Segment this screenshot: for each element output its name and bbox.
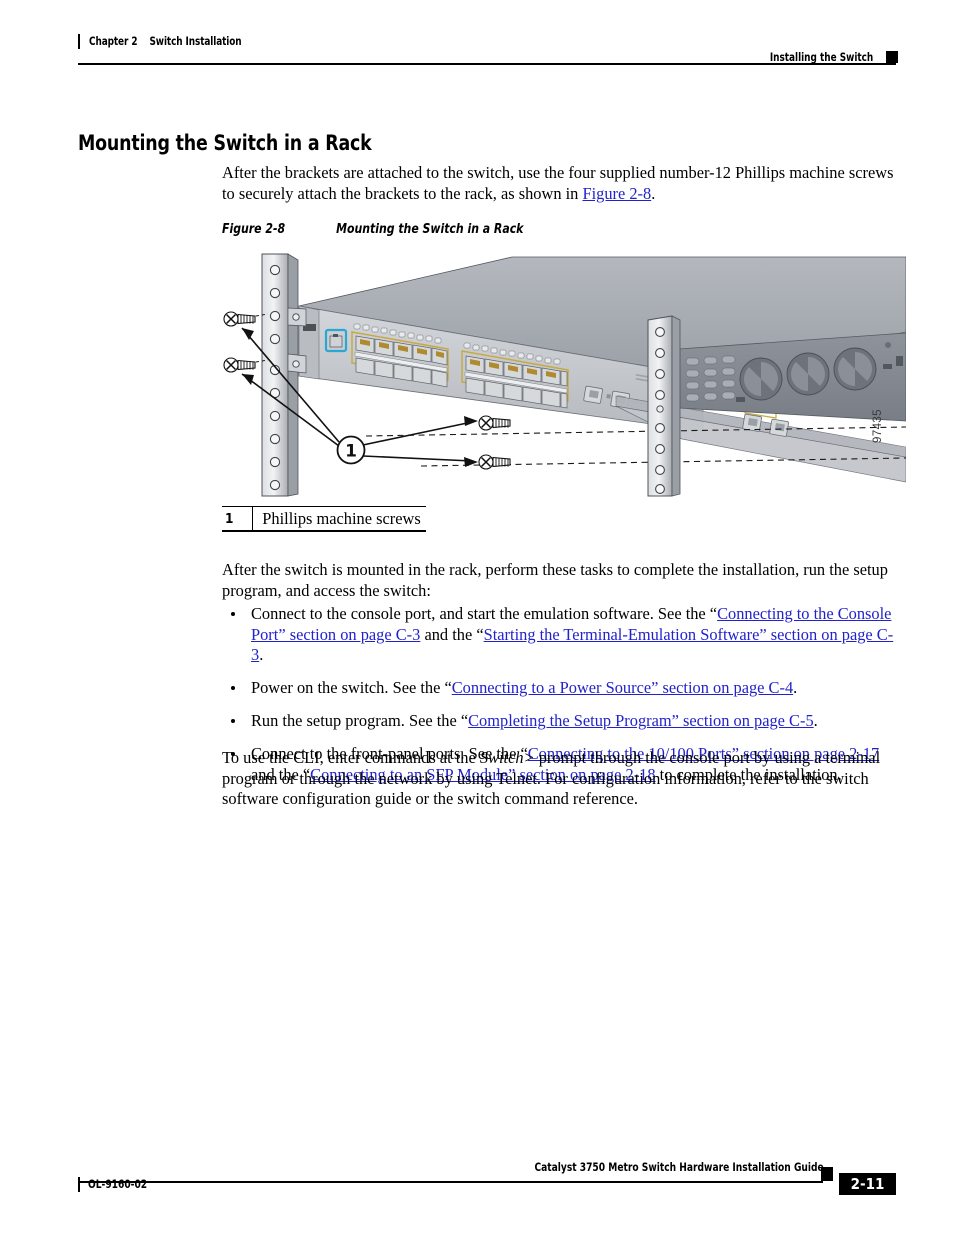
- callout-legend-table: 1 Phillips machine screws: [222, 506, 426, 532]
- list-item: Power on the switch. See the “Connecting…: [222, 678, 896, 699]
- bullet-dot-icon: [231, 611, 236, 616]
- figure-caption: Figure 2-8 Mounting the Switch in a Rack: [222, 222, 523, 237]
- after-mount-paragraph: After the switch is mounted in the rack,…: [222, 560, 888, 600]
- cli-paragraph-block: To use the CLI, enter commands at the Sw…: [222, 748, 896, 810]
- header-divider: [78, 63, 896, 65]
- header-tab-marker: [886, 50, 898, 63]
- figure-artwork: 1: [216, 246, 906, 504]
- cli-prompt: Switch>: [479, 748, 535, 767]
- page-title: Mounting the Switch in a Rack: [78, 131, 372, 157]
- header-chapter-number: Chapter 2: [89, 34, 138, 48]
- footer-doc-title: Catalyst 3750 Metro Switch Hardware Inst…: [534, 1160, 824, 1174]
- intro-text: After the brackets are attached to the s…: [222, 163, 894, 203]
- footer-doc-number: OL-9160-02: [88, 1177, 148, 1191]
- figure-title: Mounting the Switch in a Rack: [336, 222, 524, 237]
- cli-text-start: To use the CLI, enter commands at the: [222, 748, 480, 767]
- figure-2-8-link[interactable]: Figure 2-8: [582, 184, 651, 203]
- legend-bottom-rule: [222, 530, 426, 532]
- bullet-text: .: [793, 678, 798, 698]
- intro-text-end: .: [651, 183, 656, 203]
- bullet-text: Power on the switch. See the “: [251, 678, 452, 698]
- list-item: Run the setup program. See the “Completi…: [222, 711, 896, 732]
- bullet-text: Connect to the console port, and start t…: [251, 604, 718, 623]
- legend-row: 1 Phillips machine screws: [222, 507, 426, 531]
- svg-text:1: 1: [345, 442, 357, 462]
- header-running-head: Installing the Switch: [769, 49, 873, 64]
- header-chapter: Chapter 2 Switch Installation: [89, 34, 242, 48]
- after-mount-block: After the switch is mounted in the rack,…: [222, 560, 896, 601]
- legend-callout-label: Phillips machine screws: [262, 508, 421, 528]
- intro-paragraph: After the brackets are attached to the s…: [222, 163, 896, 204]
- rear-fan-panel: [678, 332, 906, 422]
- header-chapter-title: Switch Installation: [149, 34, 242, 48]
- bullet-link[interactable]: Completing the Setup Program” section on…: [468, 711, 814, 730]
- figure-art-id: 97435: [872, 409, 884, 443]
- bullet-text: Run the setup program. See the “: [251, 711, 469, 731]
- page-header-right: Installing the Switch: [753, 49, 898, 64]
- footer-page-number: 2-11: [839, 1173, 896, 1195]
- figure-label: Figure 2-8: [222, 222, 286, 237]
- header-left-rule: [78, 33, 80, 49]
- legend-callout-number: 1: [225, 510, 234, 527]
- bullet-dot-icon: [231, 685, 236, 690]
- bullet-text: .: [813, 711, 818, 731]
- footer-left-rule: [78, 1176, 80, 1192]
- footer-tab-marker: [821, 1167, 833, 1181]
- bullet-link[interactable]: Connecting to a Power Source” section on…: [452, 678, 793, 697]
- cli-paragraph: To use the CLI, enter commands at the Sw…: [222, 748, 896, 810]
- bullet-text: and the “: [420, 624, 484, 644]
- rack-rail-right: [647, 315, 681, 497]
- footer-left: OL-9160-02: [78, 1175, 155, 1193]
- bullet-text: .: [259, 645, 264, 665]
- bullet-dot-icon: [231, 718, 236, 724]
- intro-paragraph-block: After the brackets are attached to the s…: [222, 163, 896, 204]
- footer-divider: [78, 1181, 823, 1183]
- list-item: Connect to the console port, and start t…: [222, 604, 896, 666]
- page-header-left: Chapter 2 Switch Installation: [78, 33, 266, 49]
